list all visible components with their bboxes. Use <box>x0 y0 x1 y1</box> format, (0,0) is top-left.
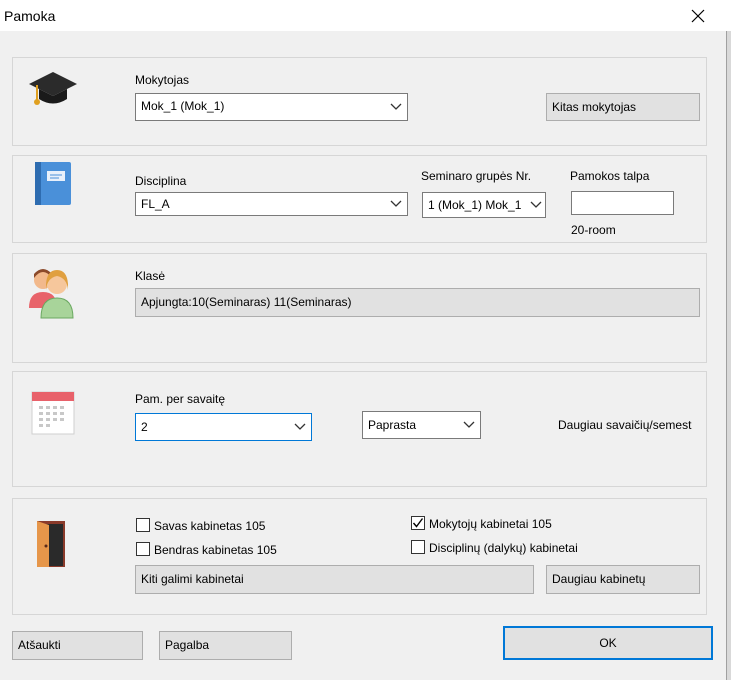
teacher-rooms-checkbox[interactable] <box>411 516 425 530</box>
class-field[interactable]: Apjungta:10(Seminaras) 11(Seminaras) <box>135 288 700 317</box>
weekly-count-value: 2 <box>141 420 148 434</box>
discipline-panel: Disciplina FL_A Seminaro grupės Nr. 1 (M… <box>12 155 707 243</box>
class-panel: Klasė Apjungta:10(Seminaras) 11(Seminara… <box>12 253 707 363</box>
close-icon <box>691 9 705 23</box>
chevron-down-icon <box>463 421 475 428</box>
weekly-panel: Pam. per savaitę 2 Paprasta Daugiau sava… <box>12 371 707 487</box>
discipline-label: Disciplina <box>135 174 187 188</box>
rooms-panel: Savas kabinetas 105 Bendras kabinetas 10… <box>12 498 707 615</box>
discipline-select[interactable]: FL_A <box>135 192 408 216</box>
more-weeks-link[interactable]: Daugiau savaičių/semest <box>558 418 691 432</box>
chevron-down-icon <box>530 201 542 208</box>
ok-button[interactable]: OK <box>503 626 713 660</box>
chevron-down-icon <box>390 200 402 207</box>
shared-room-checkbox[interactable] <box>136 542 150 556</box>
users-icon <box>29 269 74 319</box>
seminar-group-select[interactable]: 1 (Mok_1) Mok_1 <box>422 192 546 218</box>
weekly-label: Pam. per savaitę <box>135 392 226 406</box>
calendar-icon <box>31 391 75 435</box>
class-label: Klasė <box>135 269 166 283</box>
seminar-group-value: 1 (Mok_1) Mok_1 <box>428 198 522 212</box>
capacity-input[interactable] <box>571 191 674 215</box>
shared-room-label: Bendras kabinetas 105 <box>154 543 277 557</box>
capacity-label: Pamokos talpa <box>570 169 650 183</box>
cancel-button[interactable]: Atšaukti <box>12 631 143 660</box>
teacher-select-value: Mok_1 (Mok_1) <box>141 99 225 113</box>
other-teacher-button[interactable]: Kitas mokytojas <box>546 93 700 121</box>
book-icon <box>35 162 71 205</box>
chevron-down-icon <box>390 103 402 110</box>
own-room-label: Savas kabinetas 105 <box>154 519 266 533</box>
teacher-panel: Mokytojas Mok_1 (Mok_1) Kitas mokytojas <box>12 57 707 146</box>
checkmark-icon <box>412 518 424 528</box>
teacher-rooms-label: Mokytojų kabinetai 105 <box>429 517 552 531</box>
door-icon <box>37 521 65 567</box>
seminar-group-label: Seminaro grupės Nr. <box>421 169 532 183</box>
subject-room-label: Disciplinų (dalykų) kabinetai <box>429 541 578 555</box>
window-title: Pamoka <box>4 8 56 24</box>
teacher-label: Mokytojas <box>135 73 190 87</box>
teacher-select[interactable]: Mok_1 (Mok_1) <box>135 93 408 121</box>
graduation-cap-icon <box>29 72 77 105</box>
help-button[interactable]: Pagalba <box>159 631 292 660</box>
title-bar: Pamoka <box>0 0 731 31</box>
more-rooms-button[interactable]: Daugiau kabinetų <box>546 565 700 594</box>
chevron-down-icon <box>294 423 306 430</box>
other-rooms-button[interactable]: Kiti galimi kabinetai <box>135 565 534 594</box>
lesson-type-select[interactable]: Paprasta <box>362 411 481 439</box>
close-button[interactable] <box>688 6 708 26</box>
room-note: 20-room <box>571 223 616 237</box>
window-edge <box>726 31 731 680</box>
discipline-select-value: FL_A <box>141 197 170 211</box>
subject-room-checkbox[interactable] <box>411 540 425 554</box>
weekly-count-select[interactable]: 2 <box>135 413 312 441</box>
dialog-body: Mokytojas Mok_1 (Mok_1) Kitas mokytojas … <box>0 31 726 680</box>
own-room-checkbox[interactable] <box>136 518 150 532</box>
